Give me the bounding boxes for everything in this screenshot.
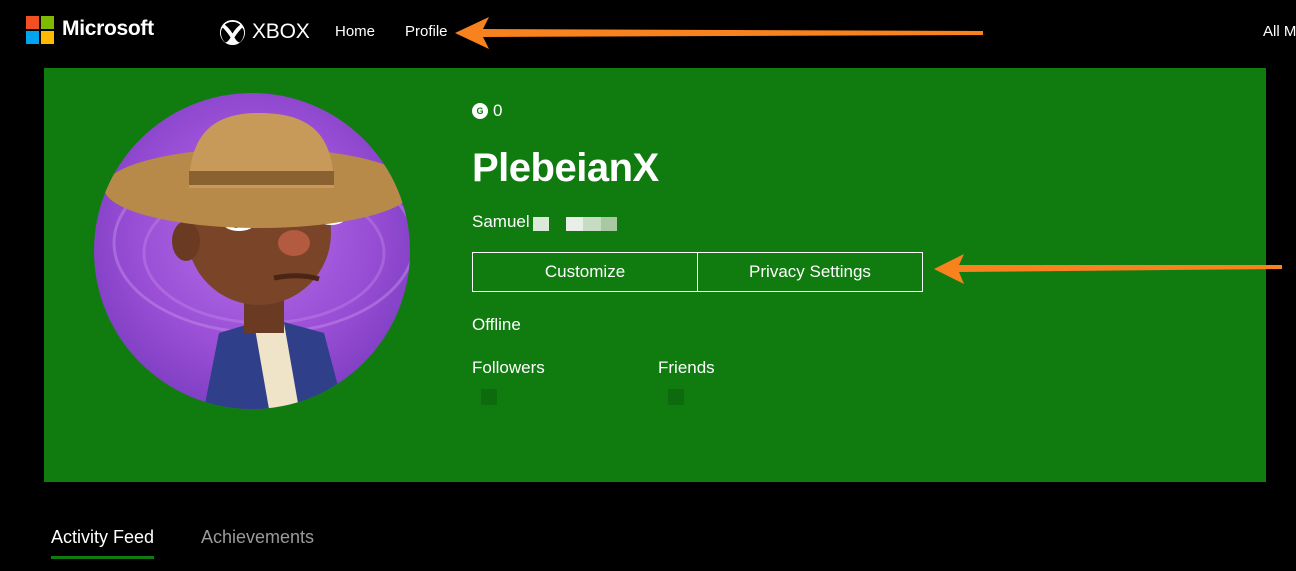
tab-achievements[interactable]: Achievements (201, 527, 314, 548)
annotation-arrow-profile (455, 17, 983, 49)
annotation-arrow-privacy (934, 254, 1282, 284)
profile-actions: Customize Privacy Settings (472, 252, 923, 292)
friends-label[interactable]: Friends (658, 358, 715, 378)
redacted-block (565, 217, 583, 231)
redacted-block (532, 217, 549, 231)
gamerscore-value: 0 (493, 101, 503, 120)
avatar[interactable] (94, 93, 410, 409)
gamerscore-icon: G (472, 103, 488, 119)
presence-status: Offline (472, 315, 521, 334)
friends-count-redacted[interactable] (668, 389, 684, 405)
nav-home-link[interactable]: Home (335, 23, 375, 40)
gamerscore: G 0 (472, 101, 502, 121)
redacted-block (582, 217, 601, 231)
nav-profile-link[interactable]: Profile (405, 23, 448, 40)
gamertag: PlebeianX (472, 146, 659, 190)
microsoft-logo-icon[interactable] (26, 16, 54, 44)
microsoft-brand-text[interactable]: Microsoft (62, 17, 154, 41)
real-name-text: Samuel (472, 212, 530, 231)
all-microsoft-menu[interactable]: All M (1263, 23, 1296, 40)
xbox-logo-icon[interactable] (219, 19, 246, 46)
privacy-settings-button[interactable]: Privacy Settings (698, 252, 923, 292)
real-name: Samuel (472, 212, 617, 232)
customize-button[interactable]: Customize (472, 252, 698, 292)
followers-label[interactable]: Followers (472, 358, 545, 378)
xbox-brand-text[interactable]: XBOX (252, 20, 310, 44)
redacted-block (600, 217, 617, 231)
avatar-image (94, 93, 410, 409)
tab-activity-feed[interactable]: Activity Feed (51, 527, 155, 559)
followers-count-redacted[interactable] (481, 389, 497, 405)
